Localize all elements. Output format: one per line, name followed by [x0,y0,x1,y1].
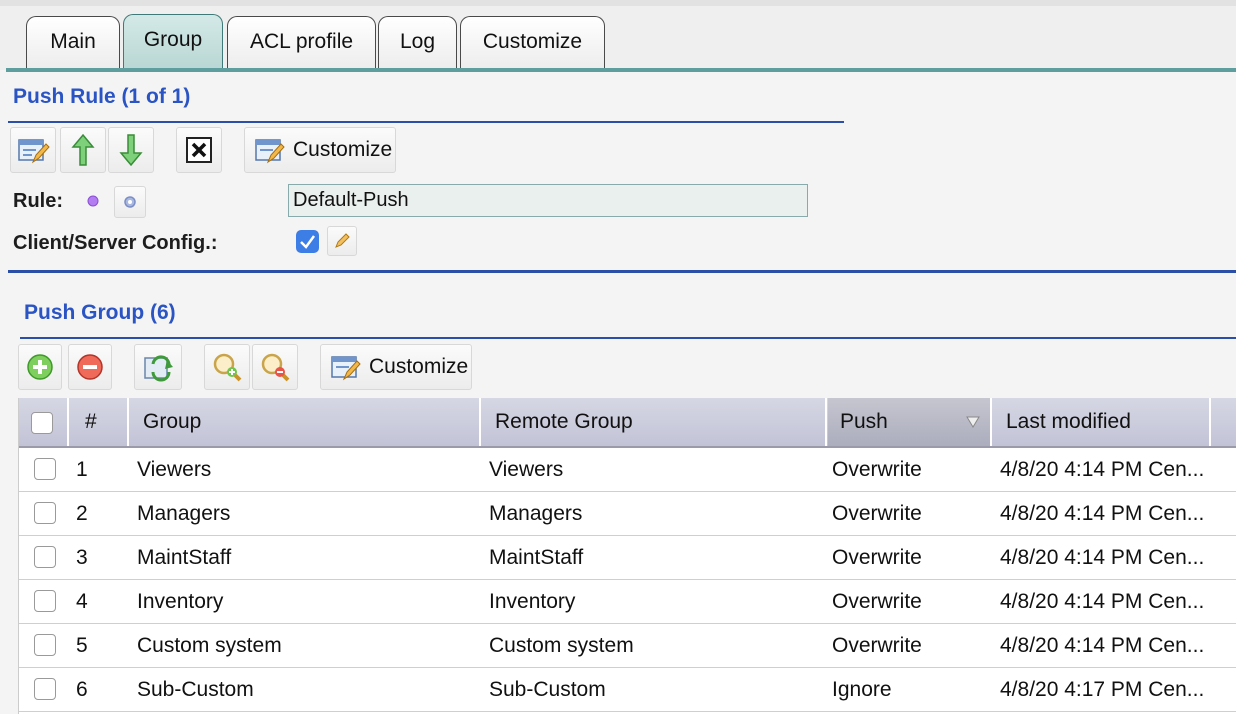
customize-icon [255,139,285,164]
push-rule-title: Push Rule (1 of 1) [13,85,191,108]
move-up-button[interactable] [60,127,106,173]
push-group-title: Push Group (6) [24,301,176,324]
delete-button[interactable] [176,127,222,173]
column-header-push[interactable]: Push [828,398,992,446]
select-all-checkbox[interactable] [31,412,53,434]
edit-icon [18,139,50,164]
column-header-num[interactable]: # [71,398,129,446]
row-checkbox[interactable] [34,634,56,656]
move-up-icon [71,133,95,166]
column-header-group[interactable]: Group [131,398,481,446]
move-down-button[interactable] [108,127,154,173]
move-down-icon [119,134,143,167]
refresh-button[interactable] [134,344,182,390]
push-rule-divider [8,121,844,123]
cell-num: 4 [76,590,88,613]
table-row[interactable]: 1 Viewers Viewers Overwrite 4/8/20 4:14 PM C… [19,448,1236,492]
group-customize-label: Customize [369,355,469,378]
cell-group: Viewers [137,458,212,481]
gear-icon [124,196,136,208]
sort-descending-icon [966,416,980,428]
rule-name-input[interactable] [288,184,808,217]
rule-customize-button[interactable]: Customize [244,127,396,173]
cell-remote-group: Viewers [489,458,564,481]
cell-last-modified: 4/8/20 4:14 PM Cen... [1000,590,1205,613]
pencil-icon [335,233,350,248]
table-row[interactable]: 4 Inventory Inventory Overwrite 4/8/20 4:14 … [19,580,1236,624]
row-checkbox[interactable] [34,678,56,700]
table-row[interactable]: 3 MaintStaff MaintStaff Overwrite 4/8/20 4:1… [19,536,1236,580]
cell-remote-group: Custom system [489,634,634,657]
cell-last-modified: 4/8/20 4:14 PM Cen... [1000,546,1205,569]
column-header-remote-group[interactable]: Remote Group [483,398,827,446]
cell-num: 3 [76,546,88,569]
add-icon [27,354,53,380]
cell-remote-group: MaintStaff [489,546,584,569]
cell-num: 6 [76,678,88,701]
cell-num: 2 [76,502,88,525]
row-checkbox[interactable] [34,502,56,524]
cell-remote-group: Managers [489,502,583,525]
cell-group: Inventory [137,590,224,613]
cell-num: 1 [76,458,88,481]
cell-group: Custom system [137,634,282,657]
row-checkbox[interactable] [34,590,56,612]
cell-last-modified: 4/8/20 4:14 PM Cen... [1000,502,1205,525]
cell-remote-group: Inventory [489,590,576,613]
table-row[interactable]: 5 Custom system Custom system Overwrite 4/8/… [19,624,1236,668]
zoom-in-button[interactable] [204,344,250,390]
cell-group: Managers [137,502,231,525]
remove-icon [77,354,103,380]
row-checkbox[interactable] [34,458,56,480]
checkmark-icon [300,235,316,249]
client-server-edit-button[interactable] [327,226,357,256]
section-divider [8,270,1236,273]
remove-button[interactable] [68,344,112,390]
rule-settings-button[interactable] [114,186,146,218]
zoom-out-icon [261,353,290,382]
table-row[interactable]: 2 Managers Managers Overwrite 4/8/20 4:14 PM… [19,492,1236,536]
edit-button[interactable] [10,127,56,173]
rule-label: Rule: [13,190,63,212]
client-server-config-checkbox[interactable] [296,230,319,253]
delete-icon [186,137,212,163]
zoom-in-icon [213,353,242,382]
column-header-push-label: Push [840,410,888,433]
tab-acl-profile[interactable]: ACL profile [227,16,376,70]
cell-last-modified: 4/8/20 4:14 PM Cen... [1000,634,1205,657]
customize-icon [331,356,361,381]
add-button[interactable] [18,344,62,390]
tab-bar: Main Group ACL profile Log Customize [0,0,1236,72]
tab-log[interactable]: Log [378,16,457,70]
column-header-last-modified[interactable]: Last modified [994,398,1211,446]
tab-main[interactable]: Main [26,16,120,70]
cell-last-modified: 4/8/20 4:17 PM Cen... [1000,678,1205,701]
tab-group[interactable]: Group [123,14,223,72]
row-checkbox[interactable] [34,546,56,568]
rule-customize-label: Customize [293,138,393,161]
client-server-config-label: Client/Server Config.: [13,232,218,254]
push-group-divider [20,337,1236,339]
table-header: # Group Remote Group Push Last modified [19,398,1236,448]
group-customize-button[interactable]: Customize [320,344,472,390]
cell-group: MaintStaff [137,546,232,569]
cell-remote-group: Sub-Custom [489,678,606,701]
select-all-cell [19,398,69,446]
tab-customize[interactable]: Customize [460,16,605,70]
cell-last-modified: 4/8/20 4:14 PM Cen... [1000,458,1205,481]
table-row[interactable]: 6 Sub-Custom Sub-Custom Ignore 4/8/20 4:17 P… [19,668,1236,712]
zoom-out-button[interactable] [252,344,298,390]
refresh-icon [144,355,173,382]
status-dot-icon [87,195,99,207]
cell-num: 5 [76,634,88,657]
cell-group: Sub-Custom [137,678,254,701]
push-group-table: # Group Remote Group Push Last modified … [18,398,1236,714]
